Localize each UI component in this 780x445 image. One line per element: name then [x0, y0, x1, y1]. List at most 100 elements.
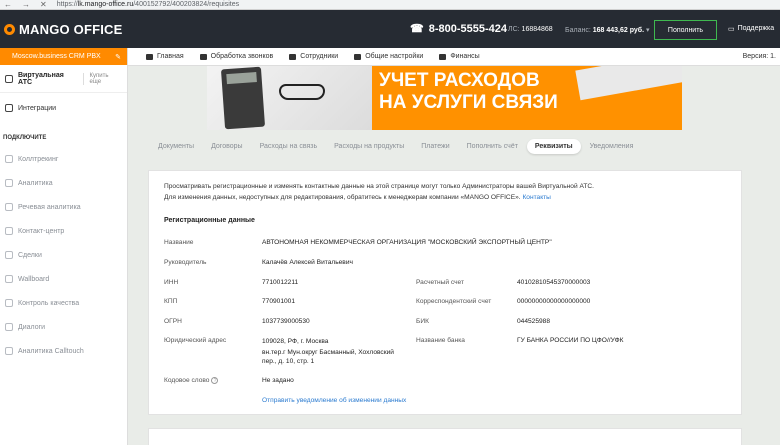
nav-finance[interactable]: Финансы: [431, 53, 487, 60]
sidebar-item-label: Контроль качества: [18, 299, 80, 307]
bik-value: 044525988: [517, 318, 551, 325]
logo[interactable]: MANGO OFFICE: [0, 22, 123, 37]
keyboard-icon: [575, 66, 682, 101]
sidebar-item-analytics[interactable]: Аналитика: [0, 171, 127, 195]
tab-product-expenses[interactable]: Расходы на продукты: [326, 139, 412, 154]
bank-label: Название банка: [416, 337, 465, 344]
sidebar-item-label: Контакт-центр: [18, 227, 65, 235]
codeword-label: Кодовое слово?: [164, 377, 219, 384]
name-label: Название: [164, 239, 194, 246]
help-icon[interactable]: ?: [211, 377, 219, 384]
banner-line-1: УЧЕТ РАСХОДОВ: [379, 70, 540, 91]
kpp-label: КПП: [164, 298, 178, 305]
tab-communication-expenses[interactable]: Расходы на связь: [252, 139, 326, 154]
nav-label: Сотрудники: [300, 53, 339, 60]
chevron-down-icon: ▾: [646, 27, 650, 34]
codeword-label-text: Кодовое слово: [164, 377, 210, 384]
sidebar-item-wallboard[interactable]: Wallboard: [0, 267, 127, 291]
sidebar-item-calltracking[interactable]: Коллтрекинг: [0, 147, 127, 171]
forward-icon[interactable]: →: [22, 0, 30, 9]
inn-value: 7710012211: [262, 279, 299, 286]
tab-documents[interactable]: Документы: [150, 139, 202, 154]
atc-label: Виртуальная АТС: [18, 71, 64, 86]
requisites-card: Просматривать регистрационные и изменять…: [148, 170, 742, 415]
handshake-icon: [5, 251, 13, 259]
nav-label: Финансы: [450, 53, 480, 60]
sidebar-item-label: Wallboard: [18, 275, 50, 283]
sidebar-item-quality-control[interactable]: Контроль качества: [0, 291, 127, 315]
nav-settings[interactable]: Общие настройки: [346, 53, 431, 60]
phone-number: ☎ 8-800-5555-424: [410, 22, 507, 36]
sidebar-item-atc[interactable]: Виртуальная АТС Купить еще: [0, 65, 127, 93]
info-notice: Просматривать регистрационные и изменять…: [164, 181, 594, 203]
notice-line-1: Просматривать регистрационные и изменять…: [164, 183, 594, 190]
banner-title: УЧЕТ РАСХОДОВ НА УСЛУГИ СВЯЗИ: [379, 70, 558, 114]
sidebar-item-label: Речевая аналитика: [18, 203, 81, 211]
pencil-icon[interactable]: ✎: [115, 53, 121, 61]
calculator-icon: [220, 66, 266, 130]
head-label: Руководитель: [164, 259, 207, 266]
phone-icon: ☎: [410, 23, 424, 35]
integrations-label: Интеграции: [18, 104, 57, 112]
buy-more-link[interactable]: Купить еще: [83, 72, 121, 85]
address-label: Юридический адрес: [164, 337, 227, 344]
name-value: АВТОНОМНАЯ НЕКОММЕРЧЕСКАЯ ОРГАНИЗАЦИЯ "М…: [262, 239, 552, 246]
sidebar-item-dialogs[interactable]: Диалоги: [0, 315, 127, 339]
connect-section-title: ПОДКЛЮЧИТЕ: [3, 135, 47, 141]
checklist-icon: [5, 299, 13, 307]
mango-logo-icon: [4, 23, 15, 35]
sidebar-item-label: Коллтрекинг: [18, 155, 59, 163]
bik-label: БИК: [416, 318, 429, 325]
sidebar-item-deals[interactable]: Сделки: [0, 243, 127, 267]
back-icon[interactable]: ←: [4, 0, 12, 9]
codeword-value: Не задано: [262, 377, 294, 384]
tab-requisites[interactable]: Реквизиты: [526, 139, 581, 154]
sidebar-item-calltouch[interactable]: Аналитика Calltouch: [0, 339, 127, 363]
nav-label: Общие настройки: [365, 53, 424, 60]
section-title: Регистрационные данные: [164, 217, 255, 224]
topup-button[interactable]: Пополнить: [654, 20, 717, 40]
ls-value: 16884868: [521, 26, 553, 33]
speech-icon: [5, 203, 13, 211]
close-icon[interactable]: ✕: [40, 0, 47, 9]
bar-chart-icon: [5, 179, 13, 187]
version-label: Версия: 1.: [742, 53, 776, 60]
address-value: 109028, РФ, г. Москва вн.тер.г Мун.округ…: [262, 337, 394, 366]
sidebar-item-label: Аналитика: [18, 179, 53, 187]
chat-icon: ▭: [728, 26, 735, 33]
send-change-notification-link[interactable]: Отправить уведомление об изменении данны…: [262, 397, 406, 404]
notice-line-2: Для изменения данных, недоступных для ре…: [164, 194, 521, 201]
glasses-icon: [279, 84, 325, 100]
product-name: Moscow.business CRM PBX: [12, 53, 101, 60]
support-label: Поддержка: [737, 25, 775, 32]
tab-contracts[interactable]: Договоры: [203, 139, 250, 154]
calltracking-icon: [5, 155, 13, 163]
pbx-icon: [5, 74, 13, 83]
url-field[interactable]: https://lk.mango-office.ru/400152792/400…: [57, 1, 239, 8]
bank-value: ГУ БАНКА РОССИИ ПО ЦФО//УФК: [517, 337, 624, 344]
main-nav: Главная Обработка звонков Сотрудники Общ…: [128, 48, 780, 66]
logo-text: MANGO OFFICE: [19, 21, 123, 37]
inn-label: ИНН: [164, 279, 179, 286]
nav-employees[interactable]: Сотрудники: [281, 53, 346, 60]
tab-payments[interactable]: Платежи: [413, 139, 457, 154]
product-selector[interactable]: Moscow.business CRM PBX ✎: [0, 48, 127, 65]
sidebar: Moscow.business CRM PBX ✎ Виртуальная АТ…: [0, 48, 128, 445]
calltouch-icon: [5, 347, 13, 355]
nav-label: Главная: [157, 53, 184, 60]
nav-home[interactable]: Главная: [128, 53, 192, 60]
sidebar-item-contact-center[interactable]: Контакт-центр: [0, 219, 127, 243]
nav-call-processing[interactable]: Обработка звонков: [192, 53, 282, 60]
sidebar-item-integrations[interactable]: Интеграции: [0, 93, 127, 123]
next-card: [148, 428, 742, 445]
promo-banner[interactable]: УЧЕТ РАСХОДОВ НА УСЛУГИ СВЯЗИ: [207, 66, 682, 130]
tab-topup[interactable]: Пополнить счёт: [459, 139, 526, 154]
tab-notifications[interactable]: Уведомления: [582, 139, 642, 154]
contacts-link[interactable]: Контакты: [522, 194, 550, 201]
balance[interactable]: Баланс: 168 443,62 руб. ▾: [565, 26, 650, 34]
sidebar-item-speech-analytics[interactable]: Речевая аналитика: [0, 195, 127, 219]
headset-icon: [5, 227, 13, 235]
browser-address-bar: ← → ✕ https://lk.mango-office.ru/4001527…: [0, 0, 780, 10]
account-value: 40102810545370000003: [517, 279, 591, 286]
support-button[interactable]: ▭ Поддержка: [728, 25, 774, 33]
